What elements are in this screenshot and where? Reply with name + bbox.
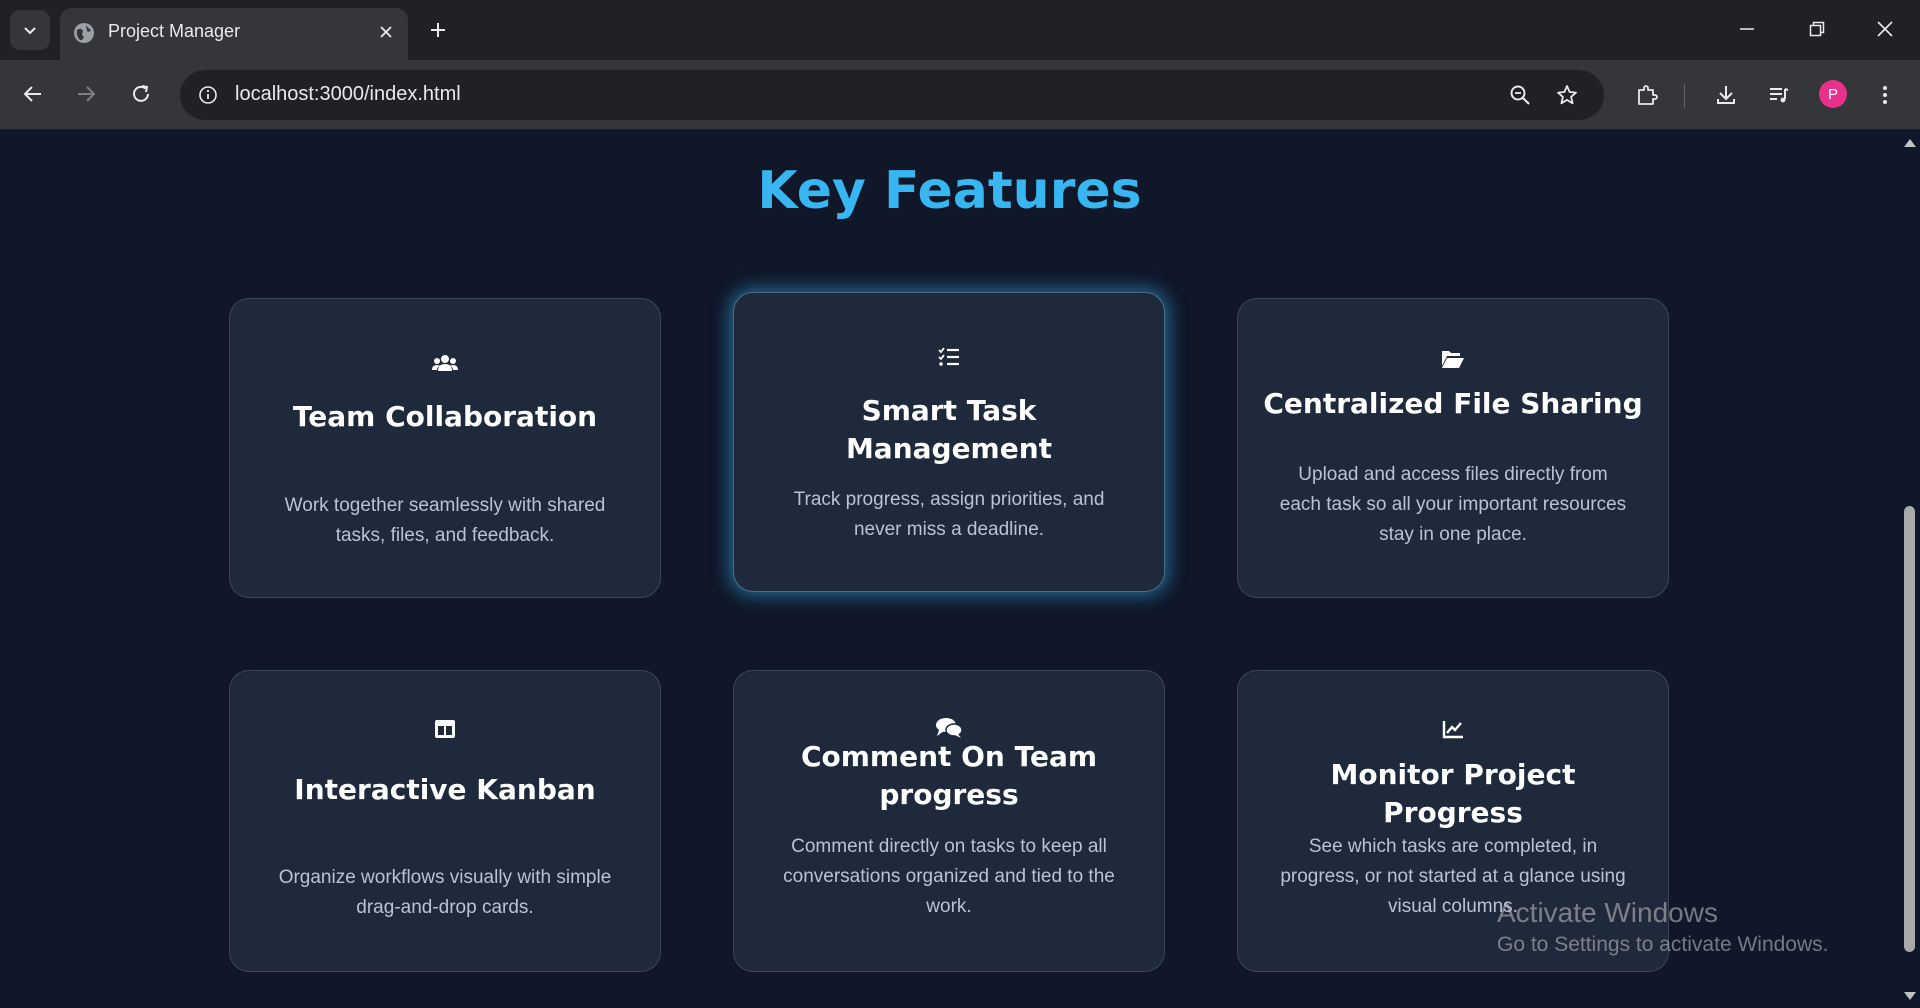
- watermark-subtitle: Go to Settings to activate Windows.: [1497, 933, 1829, 956]
- kanban-icon: [435, 720, 455, 738]
- zoom-button[interactable]: [1504, 79, 1536, 111]
- feature-title: Smart Task Management: [845, 394, 1053, 465]
- new-tab-button[interactable]: [418, 12, 458, 48]
- download-icon: [1717, 86, 1735, 104]
- browser-toolbar: localhost:3000/index.html: [0, 60, 1920, 130]
- extensions-icon: [1638, 85, 1658, 105]
- plus-icon: [431, 23, 445, 37]
- browser-menu-button[interactable]: [1865, 75, 1905, 115]
- forward-button[interactable]: [64, 72, 108, 116]
- bookmark-button[interactable]: [1551, 79, 1583, 111]
- feature-description: Work together seamlessly with shared tas…: [284, 495, 606, 546]
- feature-title: Monitor Project Progress: [1330, 758, 1576, 829]
- info-icon: [199, 86, 217, 104]
- window-close-icon: [1877, 21, 1893, 37]
- profile-avatar[interactable]: P: [1819, 80, 1847, 108]
- extensions-button[interactable]: [1627, 75, 1667, 115]
- task-list-icon: [938, 347, 959, 366]
- site-info-button[interactable]: [192, 79, 224, 111]
- scroll-up-arrow[interactable]: [1904, 139, 1916, 147]
- watermark-title: Activate Windows: [1497, 897, 1718, 928]
- page-scrollbar[interactable]: [1899, 131, 1920, 1008]
- feature-title: Interactive Kanban: [294, 773, 596, 806]
- feature-card[interactable]: Smart Task Management Track progress, as…: [733, 292, 1165, 592]
- feature-card[interactable]: Interactive Kanban Organize workflows vi…: [229, 670, 661, 972]
- windows-activation-watermark: Activate Windows Go to Settings to activ…: [1497, 896, 1829, 960]
- feature-card[interactable]: Team Collaboration Work together seamles…: [229, 298, 661, 598]
- media-icon: [1770, 88, 1789, 103]
- address-bar[interactable]: localhost:3000/index.html: [180, 70, 1604, 120]
- minimize-button[interactable]: [1714, 0, 1780, 58]
- media-controls-button[interactable]: [1759, 75, 1799, 115]
- reload-icon: [133, 85, 149, 102]
- back-button[interactable]: [11, 72, 55, 116]
- downloads-button[interactable]: [1706, 75, 1746, 115]
- feature-description: Organize workflows visually with simple …: [278, 867, 612, 918]
- users-icon: [432, 355, 458, 371]
- feature-title: Comment On Team progress: [800, 740, 1098, 811]
- feature-description: Track progress, assign priorities, and n…: [793, 489, 1105, 540]
- scroll-down-arrow[interactable]: [1904, 992, 1916, 1000]
- zoom-icon: [1510, 85, 1530, 105]
- feature-card[interactable]: Centralized File Sharing Upload and acce…: [1237, 298, 1669, 598]
- comments-icon: [936, 718, 963, 738]
- chevron-down-icon: [24, 27, 36, 35]
- feature-title: Centralized File Sharing: [1263, 387, 1643, 420]
- restore-button[interactable]: [1784, 0, 1850, 58]
- feature-description: Upload and access files directly from ea…: [1279, 464, 1627, 545]
- globe-icon: [74, 23, 94, 43]
- chart-line-icon: [1442, 721, 1463, 739]
- menu-icon: [1883, 86, 1887, 104]
- feature-card[interactable]: Comment On Team progress Comment directl…: [733, 670, 1165, 972]
- back-icon: [23, 86, 41, 102]
- close-icon: [380, 26, 392, 38]
- page-viewport: Key Features Team Collaboration Work tog…: [0, 131, 1899, 1008]
- minimize-icon: [1740, 28, 1754, 30]
- scrollbar-thumb[interactable]: [1904, 506, 1915, 952]
- page-title: Key Features: [757, 161, 1142, 221]
- tab-search-button[interactable]: [10, 10, 50, 50]
- feature-title: Team Collaboration: [292, 400, 598, 433]
- star-icon: [1557, 85, 1577, 105]
- restore-icon: [1809, 21, 1825, 37]
- forward-icon: [78, 86, 96, 102]
- toolbar-separator: [1684, 84, 1685, 108]
- tab-title: Project Manager: [108, 21, 241, 41]
- reload-button[interactable]: [119, 72, 163, 116]
- tab-close-button[interactable]: [372, 18, 400, 46]
- active-tab[interactable]: Project Manager: [60, 8, 408, 60]
- folder-open-icon: [1442, 351, 1464, 368]
- url-text[interactable]: localhost:3000/index.html: [235, 83, 461, 106]
- tab-strip: Project Manager: [0, 0, 1920, 60]
- feature-description: Comment directly on tasks to keep all co…: [783, 836, 1115, 917]
- window-close-button[interactable]: [1852, 0, 1918, 58]
